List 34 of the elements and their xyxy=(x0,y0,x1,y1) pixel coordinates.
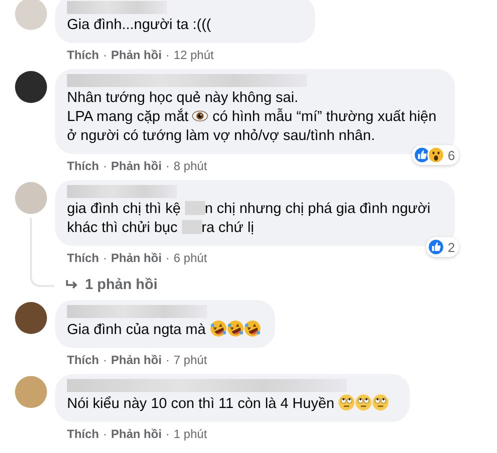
comment-text: gia đình chị thì kệ n chị nhưng chị phá gia đình người khác thì chửi bục ra chứ lị xyxy=(67,200,432,238)
timestamp[interactable]: 6 phút xyxy=(174,251,208,265)
reply-link[interactable]: Phản hồi xyxy=(111,251,162,265)
reply-link[interactable]: Phản hồi xyxy=(111,427,162,441)
like-link[interactable]: Thích xyxy=(67,159,99,173)
separator-dot: · xyxy=(166,48,170,62)
like-link[interactable]: Thích xyxy=(67,48,99,62)
separator-dot: · xyxy=(103,353,107,367)
separator-dot: · xyxy=(103,159,107,173)
like-link[interactable]: Thích xyxy=(67,251,99,265)
timestamp[interactable]: 12 phút xyxy=(174,48,214,62)
comment-text: Gia đình của ngta mà xyxy=(67,320,263,340)
separator-dot: · xyxy=(166,427,170,441)
comment-text: LPA mang cặp mắt có hình mẫu “mí” thường xuất hiện ở người có tướng làm vợ nhỏ/vợ sau/tình nhân. xyxy=(67,108,438,146)
reply-link[interactable]: Phản hồi xyxy=(111,48,162,62)
timestamp[interactable]: 1 phút xyxy=(174,427,208,441)
separator-dot: · xyxy=(166,159,170,173)
like-link[interactable]: Thích xyxy=(67,427,99,441)
timestamp[interactable]: 8 phút xyxy=(174,159,208,173)
separator-dot: · xyxy=(166,251,170,265)
separator-dot: · xyxy=(103,251,107,265)
separator-dot: · xyxy=(103,427,107,441)
separator-dot: · xyxy=(103,48,107,62)
like-link[interactable]: Thích xyxy=(67,353,99,367)
reaction-summary[interactable]: 6 xyxy=(412,145,459,165)
reaction-summary[interactable]: 2 xyxy=(426,237,459,257)
reply-link[interactable]: Phản hồi xyxy=(111,159,162,173)
reply-link[interactable]: Phản hồi xyxy=(111,353,162,367)
separator-dot: · xyxy=(166,353,170,367)
timestamp[interactable]: 7 phút xyxy=(174,353,208,367)
view-replies-link[interactable]: 1 phản hồi xyxy=(85,277,158,293)
comment-text: Gia đình...người ta :((( xyxy=(67,16,212,35)
comment-text: Nhân tướng học quẻ này không sai. xyxy=(67,89,300,108)
comment-text: Nói kiểu này 10 con thì 11 còn là 4 Huyền xyxy=(67,394,398,414)
